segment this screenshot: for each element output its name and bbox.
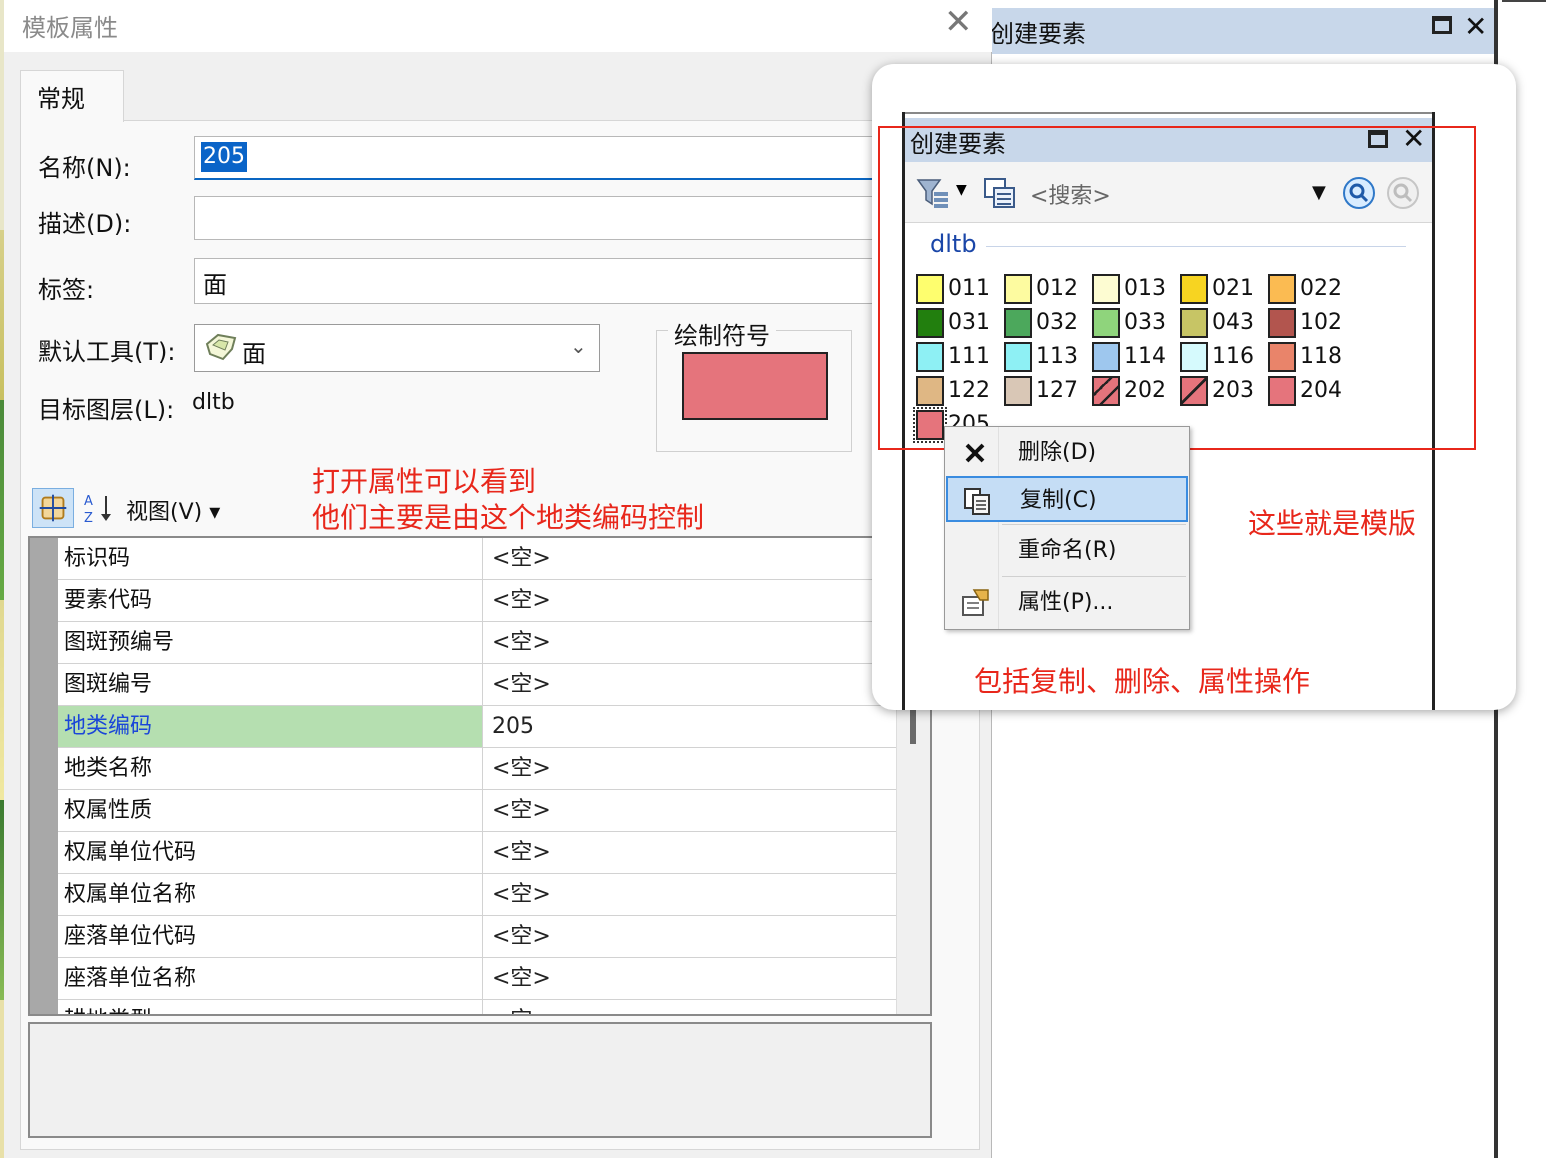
- property-name: 座落单位名称: [58, 958, 483, 999]
- menu-item-properties[interactable]: 属性(P)...: [946, 580, 1188, 626]
- property-row[interactable]: 地类名称 <空>: [58, 748, 896, 790]
- menu-item-label: 删除(D): [1018, 440, 1097, 465]
- property-row[interactable]: 权属单位名称 <空>: [58, 874, 896, 916]
- property-value[interactable]: <空>: [484, 958, 896, 999]
- delete-icon: [965, 443, 985, 463]
- property-row[interactable]: 座落单位名称 <空>: [58, 958, 896, 1000]
- menu-separator: [1002, 524, 1186, 525]
- menu-separator: [1002, 576, 1186, 577]
- property-value[interactable]: <空>: [484, 664, 896, 705]
- menu-item-label: 重命名(R): [1018, 538, 1117, 563]
- property-value[interactable]: <空>: [484, 1000, 896, 1014]
- menu-item-delete[interactable]: 删除(D): [946, 430, 1188, 476]
- property-row[interactable]: 座落单位代码 <空>: [58, 916, 896, 958]
- annotation-operations: 包括复制、删除、属性操作: [974, 665, 1311, 698]
- copy-icon: [964, 488, 990, 515]
- property-name: 座落单位代码: [58, 916, 483, 957]
- property-name: 标识码: [58, 538, 483, 579]
- menu-item-rename[interactable]: 重命名(R): [946, 528, 1188, 574]
- property-description-box: [28, 1022, 932, 1138]
- property-value[interactable]: <空>: [484, 916, 896, 957]
- property-row[interactable]: 地类编码 205: [58, 706, 896, 748]
- property-value[interactable]: <空>: [484, 832, 896, 873]
- menu-item-label: 属性(P)...: [1018, 590, 1114, 615]
- highlight-box: [878, 126, 1476, 450]
- annotation-templates: 这些就是模版: [1248, 507, 1417, 540]
- property-row[interactable]: 耕地类型<空>: [58, 1000, 896, 1014]
- property-value[interactable]: <空>: [484, 874, 896, 915]
- properties-icon: [962, 589, 989, 616]
- property-name: 权属单位代码: [58, 832, 483, 873]
- property-name: 耕地类型: [58, 1000, 483, 1014]
- property-name: 地类编码: [58, 706, 483, 747]
- menu-item-copy[interactable]: 复制(C): [946, 476, 1188, 522]
- property-value[interactable]: 205: [484, 706, 896, 747]
- property-row[interactable]: 标识码 <空>: [58, 538, 896, 580]
- property-row[interactable]: 图斑编号 <空>: [58, 664, 896, 706]
- property-value[interactable]: <空>: [484, 790, 896, 831]
- property-name: 地类名称: [58, 748, 483, 789]
- property-value[interactable]: <空>: [484, 538, 896, 579]
- property-value[interactable]: <空>: [484, 580, 896, 621]
- property-value[interactable]: <空>: [484, 748, 896, 789]
- property-name: 图斑编号: [58, 664, 483, 705]
- property-row[interactable]: 要素代码 <空>: [58, 580, 896, 622]
- property-name: 图斑预编号: [58, 622, 483, 663]
- pane-border: [902, 112, 1434, 114]
- property-row[interactable]: 权属单位代码 <空>: [58, 832, 896, 874]
- property-row[interactable]: 权属性质 <空>: [58, 790, 896, 832]
- property-row[interactable]: 图斑预编号 <空>: [58, 622, 896, 664]
- property-name: 权属性质: [58, 790, 483, 831]
- property-name: 要素代码: [58, 580, 483, 621]
- property-name: 权属单位名称: [58, 874, 483, 915]
- menu-item-label: 复制(C): [1020, 488, 1097, 513]
- property-value[interactable]: <空>: [484, 622, 896, 663]
